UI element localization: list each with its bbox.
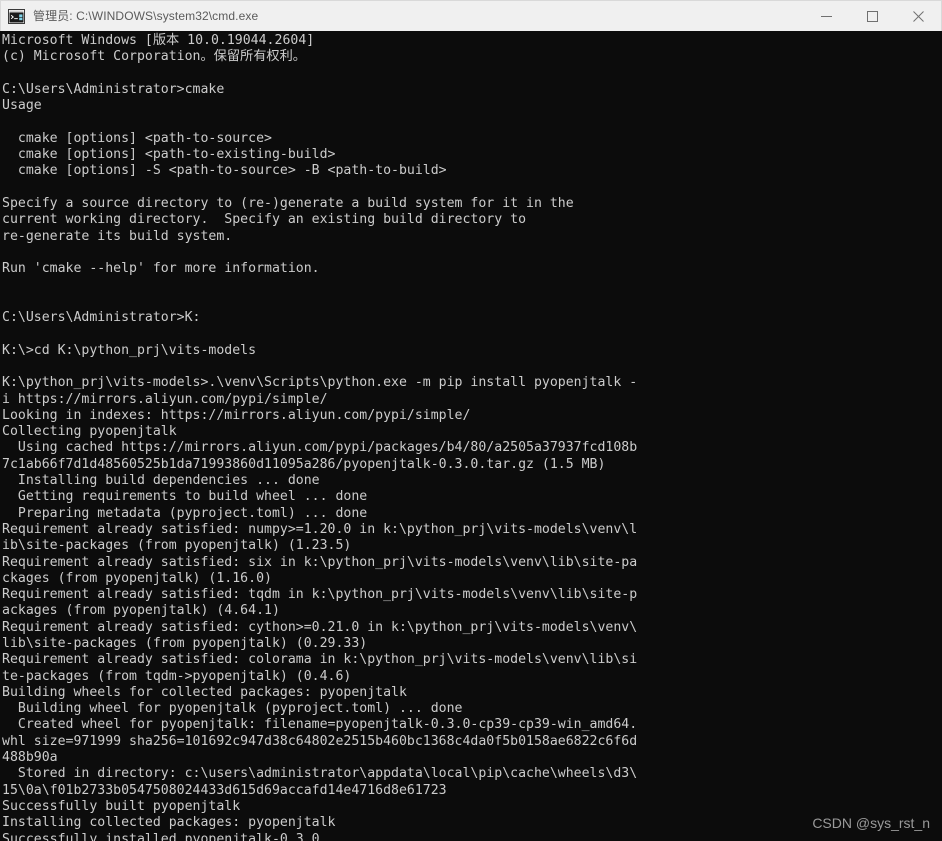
cmd-window: 管理员: C:\WINDOWS\system32\cmd.exe Microso… [0,0,942,841]
window-title: 管理员: C:\WINDOWS\system32\cmd.exe [33,8,259,23]
console-icon [8,8,25,24]
close-icon [912,10,924,22]
minimize-icon [820,15,832,17]
title-bar[interactable]: 管理员: C:\WINDOWS\system32\cmd.exe [0,0,942,31]
maximize-icon [866,10,878,22]
console-output-area[interactable]: Microsoft Windows [版本 10.0.19044.2604] (… [0,31,942,841]
minimize-button[interactable] [803,1,849,31]
close-button[interactable] [895,1,941,31]
window-controls [803,1,941,31]
console-text: Microsoft Windows [版本 10.0.19044.2604] (… [2,33,638,841]
watermark: CSDN @sys_rst_n [812,815,930,831]
maximize-button[interactable] [849,1,895,31]
